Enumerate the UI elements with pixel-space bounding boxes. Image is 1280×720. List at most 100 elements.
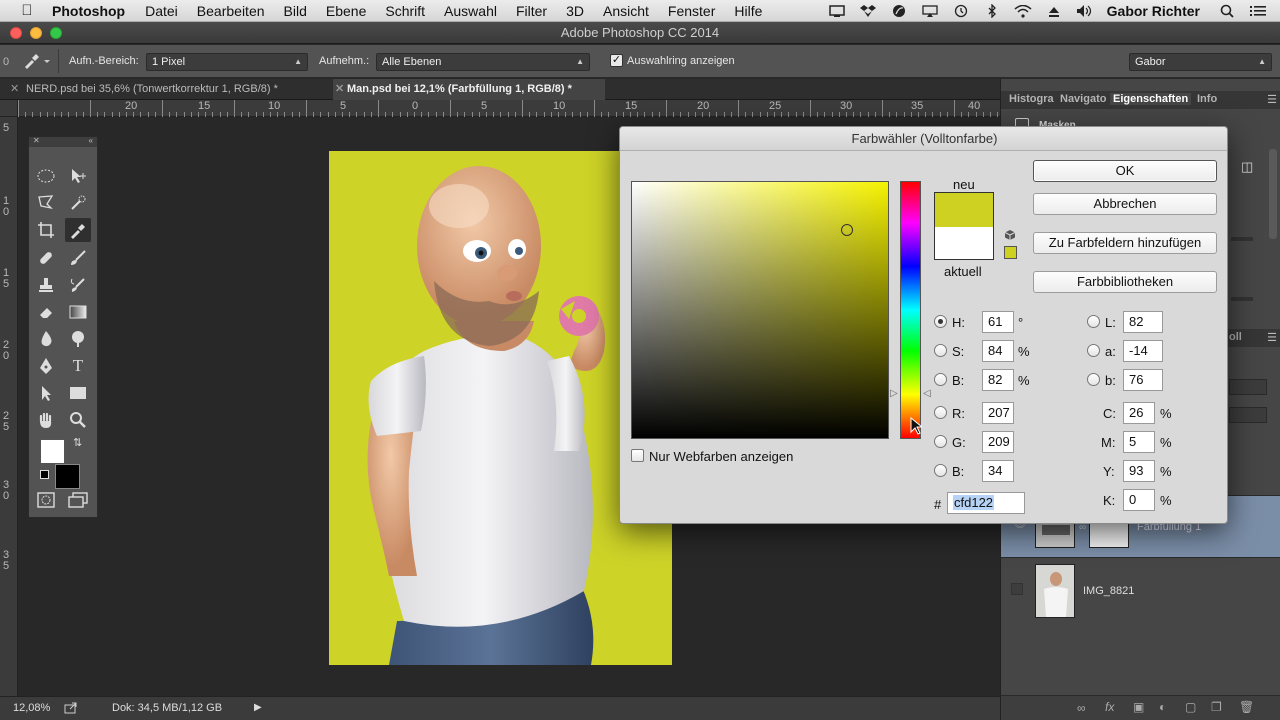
- dodge-tool-icon[interactable]: [65, 327, 91, 351]
- type-tool-icon[interactable]: T: [65, 354, 91, 378]
- adjustment-layer-icon[interactable]: ◐: [1159, 700, 1166, 714]
- dropbox-icon[interactable]: [859, 4, 877, 18]
- eraser-tool-icon[interactable]: [33, 300, 59, 324]
- radio-green[interactable]: [934, 435, 947, 448]
- radio-brightness[interactable]: [934, 373, 947, 386]
- zoom-window-button[interactable]: [50, 27, 62, 39]
- bluetooth-icon[interactable]: [983, 4, 1001, 18]
- spotlight-search-icon[interactable]: [1218, 4, 1236, 18]
- red-input[interactable]: 207: [982, 402, 1014, 424]
- fill-field[interactable]: [1229, 407, 1267, 423]
- hand-tool-icon[interactable]: [33, 408, 59, 432]
- magenta-input[interactable]: 5: [1123, 431, 1155, 453]
- hue-input[interactable]: 61: [982, 311, 1014, 333]
- healing-brush-tool-icon[interactable]: [33, 246, 59, 270]
- move-tool-icon[interactable]: [65, 164, 91, 188]
- menu-bearbeiten[interactable]: Bearbeiten: [197, 3, 265, 19]
- display-icon[interactable]: [828, 4, 846, 18]
- ruler-origin[interactable]: [0, 100, 18, 117]
- minimize-window-button[interactable]: [30, 27, 42, 39]
- apple-icon[interactable]: : [16, 0, 38, 22]
- menu-ansicht[interactable]: Ansicht: [603, 3, 649, 19]
- web-safe-color-swatch[interactable]: [1004, 246, 1017, 259]
- tab-info[interactable]: Info: [1197, 93, 1217, 105]
- lab-b-input[interactable]: 76: [1123, 369, 1163, 391]
- new-layer-icon[interactable]: ❐: [1211, 700, 1222, 714]
- hue-slider[interactable]: [900, 181, 921, 439]
- time-machine-icon[interactable]: [952, 4, 970, 18]
- default-colors-icon[interactable]: [40, 470, 49, 479]
- tab-properties[interactable]: Eigenschaften: [1110, 93, 1192, 105]
- quick-mask-icon[interactable]: [33, 488, 59, 512]
- radio-saturation[interactable]: [934, 344, 947, 357]
- workspace-select[interactable]: Gabor ▲: [1129, 53, 1272, 71]
- panel-scrollbar[interactable]: [1269, 149, 1277, 239]
- lab-a-input[interactable]: -14: [1123, 340, 1163, 362]
- menu-schrift[interactable]: Schrift: [385, 3, 425, 19]
- leaf-icon[interactable]: [890, 4, 908, 18]
- menu-ebene[interactable]: Ebene: [326, 3, 366, 19]
- black-input[interactable]: 0: [1123, 489, 1155, 511]
- close-tab-icon[interactable]: ✕: [10, 79, 19, 100]
- pen-tool-icon[interactable]: [33, 354, 59, 378]
- screen-mode-icon[interactable]: [65, 488, 91, 512]
- visibility-toggle-box[interactable]: [1011, 583, 1023, 595]
- new-group-icon[interactable]: ▢: [1185, 700, 1196, 714]
- close-tab-icon[interactable]: ✕: [335, 79, 344, 100]
- menu-datei[interactable]: Datei: [145, 3, 178, 19]
- out-of-gamut-cube-icon[interactable]: [1004, 229, 1016, 244]
- notification-list-icon[interactable]: [1249, 4, 1267, 18]
- add-to-swatches-button[interactable]: Zu Farbfeldern hinzufügen: [1033, 232, 1217, 254]
- blue-input[interactable]: 34: [982, 460, 1014, 482]
- menu-auswahl[interactable]: Auswahl: [444, 3, 497, 19]
- radio-hue[interactable]: [934, 315, 947, 328]
- eyedropper-tool-preset-icon[interactable]: [22, 52, 52, 73]
- current-color-swatch[interactable]: [934, 227, 994, 260]
- opacity-field[interactable]: [1229, 379, 1267, 395]
- brush-tool-icon[interactable]: [65, 246, 91, 270]
- green-input[interactable]: 209: [982, 431, 1014, 453]
- gradient-tool-icon[interactable]: [65, 300, 91, 324]
- collapse-panel-icon[interactable]: «: [89, 136, 93, 145]
- zoom-tool-icon[interactable]: [65, 408, 91, 432]
- brightness-input[interactable]: 82: [982, 369, 1014, 391]
- tab-histogram[interactable]: Histogra: [1009, 93, 1054, 105]
- color-libraries-button[interactable]: Farbbibliotheken: [1033, 271, 1217, 293]
- rectangle-tool-icon[interactable]: [65, 381, 91, 405]
- tools-panel-header[interactable]: ✕ «: [29, 136, 97, 147]
- airplay-icon[interactable]: [921, 4, 939, 18]
- sampling-ring-checkbox[interactable]: ✓: [610, 54, 623, 67]
- sample-area-select[interactable]: 1 Pixel ▲: [146, 53, 308, 71]
- panel-menu-icon[interactable]: ☰: [1267, 93, 1277, 106]
- layer-row-image[interactable]: IMG_8821: [1001, 557, 1280, 619]
- add-mask-icon[interactable]: ◫: [1241, 159, 1253, 175]
- radio-lightness[interactable]: [1087, 315, 1100, 328]
- menu-fenster[interactable]: Fenster: [668, 3, 715, 19]
- panel-menu-icon[interactable]: ☰: [1267, 331, 1277, 344]
- menu-filter[interactable]: Filter: [516, 3, 547, 19]
- background-color-swatch[interactable]: [55, 464, 80, 489]
- cancel-button[interactable]: Abbrechen: [1033, 193, 1217, 215]
- fx-icon[interactable]: fx: [1105, 700, 1114, 714]
- hue-slider-right-arrow-icon[interactable]: ◁: [923, 388, 931, 399]
- slider-track[interactable]: [1231, 297, 1253, 301]
- quick-selection-tool-icon[interactable]: [65, 191, 91, 215]
- trash-icon[interactable]: 🗑: [1239, 700, 1254, 714]
- blur-tool-icon[interactable]: [33, 327, 59, 351]
- color-field-cursor[interactable]: [841, 224, 853, 236]
- menu-app[interactable]: Photoshop: [52, 3, 125, 19]
- radio-lab-a[interactable]: [1087, 344, 1100, 357]
- cyan-input[interactable]: 26: [1123, 402, 1155, 424]
- lasso-tool-icon[interactable]: [33, 191, 59, 215]
- tab-nerd[interactable]: ✕ NERD.psd bei 35,6% (Tonwertkorrektur 1…: [0, 79, 333, 100]
- saturation-input[interactable]: 84: [982, 340, 1014, 362]
- link-layers-icon[interactable]: ∞: [1077, 701, 1086, 715]
- wifi-icon[interactable]: [1014, 4, 1032, 18]
- close-window-button[interactable]: [10, 27, 22, 39]
- close-panel-icon[interactable]: ✕: [33, 136, 40, 145]
- web-colors-checkbox[interactable]: [631, 449, 644, 462]
- saturation-brightness-field[interactable]: [631, 181, 889, 439]
- hue-slider-left-arrow-icon[interactable]: ▷: [890, 388, 898, 399]
- tab-navigator[interactable]: Navigato: [1060, 93, 1106, 105]
- clone-stamp-tool-icon[interactable]: [33, 273, 59, 297]
